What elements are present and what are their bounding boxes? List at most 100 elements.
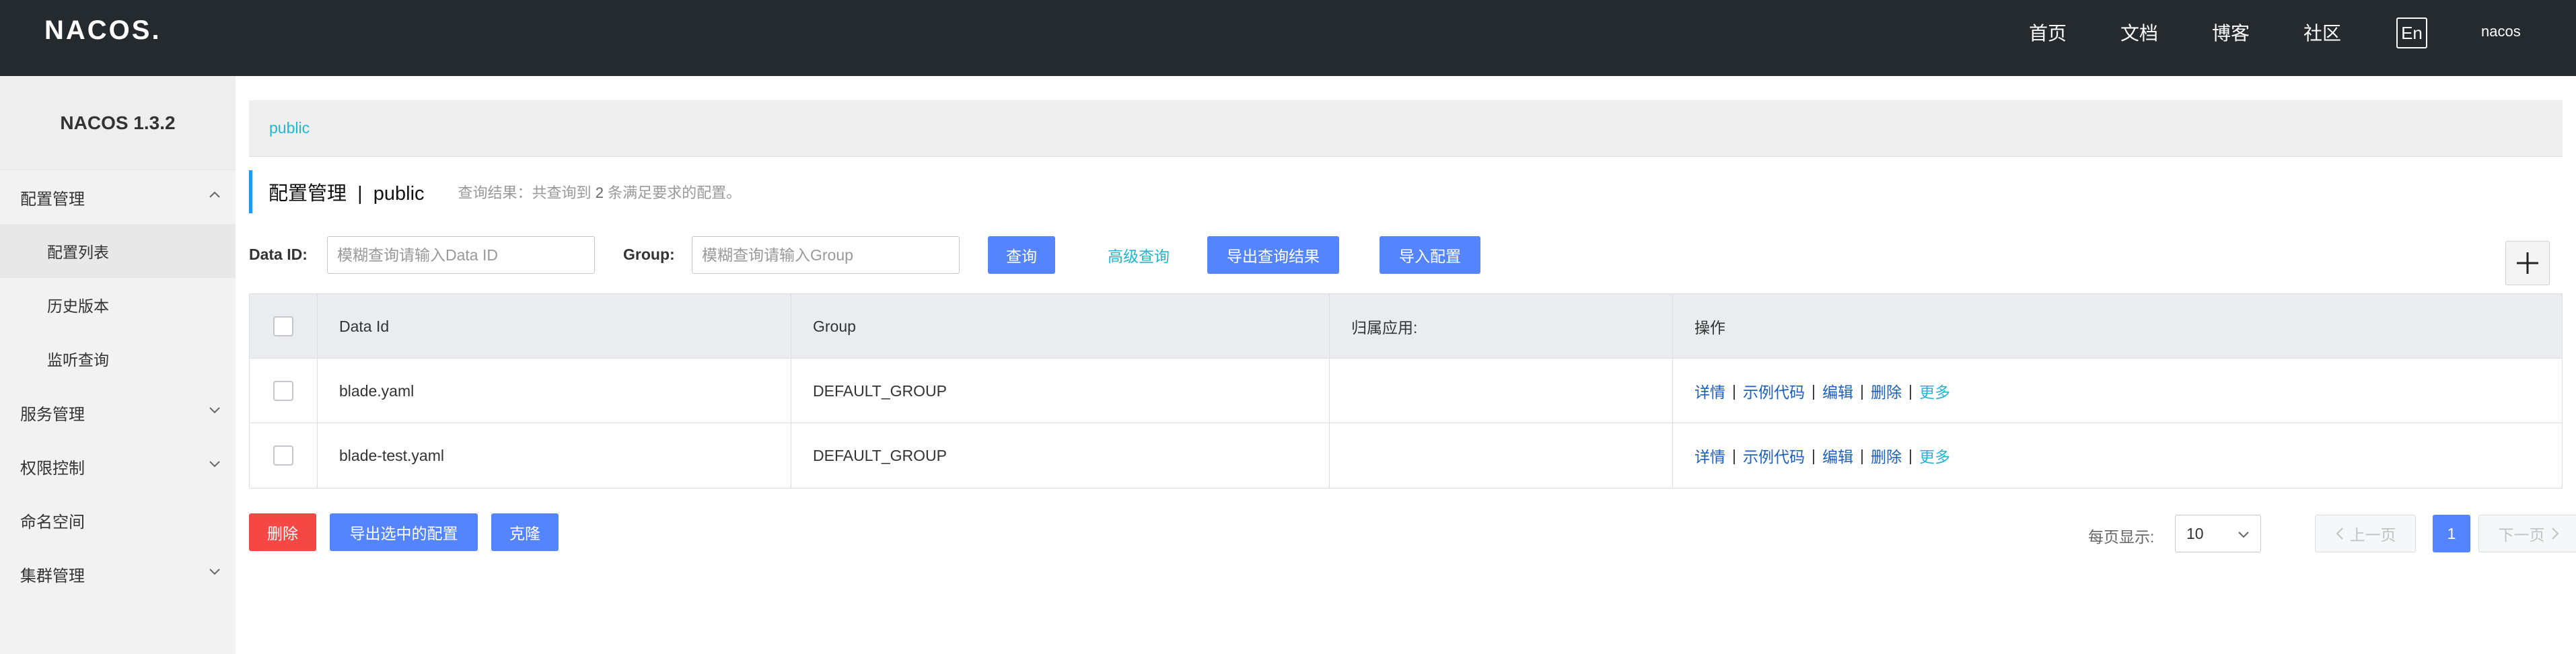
page-size-select[interactable]: 10 xyxy=(2175,515,2261,552)
export-selected-button[interactable]: 导出选中的配置 xyxy=(330,513,478,551)
nav-docs[interactable]: 文档 xyxy=(2120,19,2158,46)
more-link[interactable]: 更多 xyxy=(1919,379,1950,402)
sample-code-link[interactable]: 示例代码 xyxy=(1743,379,1805,402)
top-navbar: NACOS. 首页 文档 博客 社区 En nacos xyxy=(0,0,2576,76)
chevron-left-icon xyxy=(2336,528,2343,540)
delete-link[interactable]: 删除 xyxy=(1871,444,1902,467)
column-header-group[interactable]: Group xyxy=(791,294,1329,359)
sidebar-group-service-management[interactable]: 服务管理 xyxy=(0,386,236,439)
row-select-cell xyxy=(250,423,317,488)
chevron-up-icon xyxy=(209,191,220,198)
sidebar: NACOS 1.3.2 配置管理 配置列表 历史版本 监听查询 服务管理 权限控… xyxy=(0,76,236,654)
sidebar-group-label: 服务管理 xyxy=(20,405,85,424)
page-number-1[interactable]: 1 xyxy=(2433,515,2470,552)
table-footer: 删除 导出选中的配置 克隆 每页显示: 10 上一页 1 下一页 xyxy=(249,513,2576,554)
query-result-text: 查询结果：共查询到 2 条满足要求的配置。 xyxy=(458,181,742,203)
query-result-prefix: 查询结果：共查询到 xyxy=(458,184,592,201)
separator: | xyxy=(1732,446,1736,464)
sidebar-title: NACOS 1.3.2 xyxy=(0,76,236,170)
column-header-actions: 操作 xyxy=(1672,294,2562,359)
column-header-dataid[interactable]: Data Id xyxy=(317,294,791,359)
detail-link[interactable]: 详情 xyxy=(1694,444,1725,467)
chevron-down-icon xyxy=(2238,532,2249,538)
separator: | xyxy=(1908,382,1912,400)
chevron-down-icon xyxy=(209,461,220,468)
namespace-tab-public[interactable]: public xyxy=(269,119,310,137)
sidebar-group-access-control[interactable]: 权限控制 xyxy=(0,439,236,493)
separator: | xyxy=(1859,382,1864,400)
sidebar-group-label: 权限控制 xyxy=(20,459,85,478)
export-results-button[interactable]: 导出查询结果 xyxy=(1207,236,1339,274)
nav-blog[interactable]: 博客 xyxy=(2212,19,2250,46)
row-select-cell xyxy=(250,359,317,423)
cell-actions: 详情 | 示例代码 | 编辑 | 删除 | 更多 xyxy=(1672,423,2562,488)
sidebar-item-namespace[interactable]: 命名空间 xyxy=(0,493,236,547)
advanced-query-link[interactable]: 高级查询 xyxy=(1098,236,1179,274)
logo-text: NACOS. xyxy=(44,15,162,45)
edit-link[interactable]: 编辑 xyxy=(1822,444,1853,467)
sidebar-item-config-list[interactable]: 配置列表 xyxy=(0,224,236,278)
edit-link[interactable]: 编辑 xyxy=(1822,379,1853,402)
plus-icon xyxy=(2517,252,2538,274)
nav-community[interactable]: 社区 xyxy=(2303,19,2341,46)
row-checkbox[interactable] xyxy=(273,381,293,401)
row-checkbox[interactable] xyxy=(273,445,293,466)
separator: | xyxy=(1811,382,1816,400)
nav-home[interactable]: 首页 xyxy=(2029,19,2067,46)
sidebar-item-history[interactable]: 历史版本 xyxy=(0,278,236,332)
dataid-label: Data ID: xyxy=(249,246,308,263)
column-header-app[interactable]: 归属应用: xyxy=(1329,294,1672,359)
cell-actions: 详情 | 示例代码 | 编辑 | 删除 | 更多 xyxy=(1672,359,2562,423)
delete-link[interactable]: 删除 xyxy=(1871,379,1902,402)
username[interactable]: nacos xyxy=(2481,23,2521,40)
query-result-count: 2 xyxy=(595,184,604,201)
language-toggle-button[interactable]: En xyxy=(2396,17,2427,48)
filter-bar: Data ID: Group: 查询 高级查询 导出查询结果 导入配置 xyxy=(249,236,2563,274)
namespace-bar: public xyxy=(249,100,2563,157)
sample-code-link[interactable]: 示例代码 xyxy=(1743,444,1805,467)
cell-app xyxy=(1329,359,1672,423)
table-row: blade.yaml DEFAULT_GROUP 详情 | 示例代码 | 编辑 … xyxy=(250,359,2562,423)
cell-dataid: blade.yaml xyxy=(317,359,791,423)
page-header: 配置管理 | public 查询结果：共查询到 2 条满足要求的配置。 xyxy=(249,170,741,213)
chevron-down-icon xyxy=(209,569,220,575)
cell-group: DEFAULT_GROUP xyxy=(791,423,1329,488)
sidebar-group-cluster-management[interactable]: 集群管理 xyxy=(0,547,236,601)
group-label: Group: xyxy=(623,246,675,263)
detail-link[interactable]: 详情 xyxy=(1694,379,1725,402)
cell-group: DEFAULT_GROUP xyxy=(791,359,1329,423)
separator: | xyxy=(1859,446,1864,464)
sidebar-item-listener-query[interactable]: 监听查询 xyxy=(0,332,236,386)
query-result-suffix: 条满足要求的配置。 xyxy=(608,184,742,201)
delete-selected-button[interactable]: 删除 xyxy=(249,513,316,551)
add-config-button[interactable] xyxy=(2505,241,2550,285)
chevron-down-icon xyxy=(209,407,220,414)
sidebar-group-label: 集群管理 xyxy=(20,567,85,585)
prev-page-button: 上一页 xyxy=(2315,515,2416,552)
table-header-row: Data Id Group 归属应用: 操作 xyxy=(250,294,2562,359)
dataid-search-input[interactable] xyxy=(327,236,595,274)
group-search-input[interactable] xyxy=(692,236,960,274)
more-link[interactable]: 更多 xyxy=(1919,444,1950,467)
page-size-value: 10 xyxy=(2186,524,2204,542)
config-table: Data Id Group 归属应用: 操作 blade.yaml DEFAUL… xyxy=(249,293,2563,488)
table-row: blade-test.yaml DEFAULT_GROUP 详情 | 示例代码 … xyxy=(250,423,2562,488)
nacos-logo[interactable]: NACOS. xyxy=(44,15,162,46)
next-page-button: 下一页 xyxy=(2478,515,2576,552)
sidebar-group-label: 命名空间 xyxy=(20,513,85,532)
select-all-cell xyxy=(250,294,317,359)
page-size-label: 每页显示: xyxy=(2088,528,2155,546)
cell-dataid: blade-test.yaml xyxy=(317,423,791,488)
cell-app xyxy=(1329,423,1672,488)
query-button[interactable]: 查询 xyxy=(988,236,1055,274)
next-page-label: 下一页 xyxy=(2498,526,2545,544)
separator: | xyxy=(1908,446,1912,464)
separator: | xyxy=(1732,382,1736,400)
clone-button[interactable]: 克隆 xyxy=(491,513,559,551)
sidebar-group-config-management[interactable]: 配置管理 xyxy=(0,170,236,224)
sidebar-group-label: 配置管理 xyxy=(20,190,85,209)
separator: | xyxy=(1811,446,1816,464)
select-all-checkbox[interactable] xyxy=(273,316,293,336)
import-config-button[interactable]: 导入配置 xyxy=(1380,236,1480,274)
prev-page-label: 上一页 xyxy=(2349,526,2396,544)
